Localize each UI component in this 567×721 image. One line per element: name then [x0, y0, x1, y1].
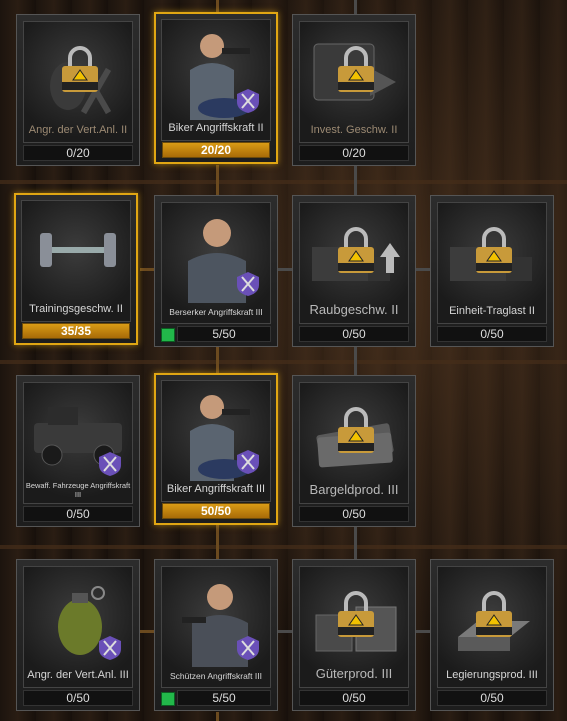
skill-label: Berserker Angriffskraft III — [169, 307, 263, 317]
skill-label: Einheit-Traglast II — [449, 305, 535, 317]
skill-node[interactable]: Einheit-Traglast II 0/50 — [430, 195, 554, 347]
skill-label: Biker Angriffskraft III — [166, 483, 266, 495]
background-shelf — [0, 360, 567, 364]
connector-line — [278, 630, 292, 633]
green-square-icon — [161, 692, 175, 706]
padlock-icon — [338, 46, 374, 92]
connector-line — [354, 345, 357, 375]
connector-line — [416, 268, 430, 271]
progress-bar: 0/50 — [299, 690, 409, 706]
skill-label: Invest. Geschw. II — [310, 124, 398, 136]
crossed-swords-icon — [99, 636, 121, 660]
skill-node[interactable]: Berserker Angriffskraft III 5/50 — [154, 195, 278, 347]
skill-card: Legierungsprod. III — [437, 566, 547, 688]
skill-label: Legierungsprod. III — [446, 669, 538, 681]
background-shelf — [0, 545, 567, 549]
progress-bar: 0/20 — [23, 145, 133, 161]
skill-card: Invest. Geschw. II — [299, 21, 409, 143]
connector-line — [140, 630, 154, 633]
skill-card: Einheit-Traglast II — [437, 202, 547, 324]
progress-bar: 0/50 — [437, 326, 547, 342]
crossed-swords-icon — [237, 89, 259, 113]
padlock-icon — [62, 46, 98, 92]
crossed-swords-icon — [99, 452, 121, 476]
skill-label: Biker Angriffskraft II — [168, 122, 264, 134]
progress-bar: 0/50 — [23, 690, 133, 706]
skill-card: Güterprod. III — [299, 566, 409, 688]
skill-label: Bargeldprod. III — [309, 482, 399, 497]
skill-node[interactable]: Schützen Angriffskraft III 5/50 — [154, 559, 278, 711]
skill-card: Angr. der Vert.Anl. III — [23, 566, 133, 688]
progress-bar: 0/20 — [299, 145, 409, 161]
connector-line — [278, 268, 292, 271]
skill-label: Trainingsgeschw. II — [29, 303, 123, 315]
background-shelf — [0, 180, 567, 184]
connector-line — [140, 268, 154, 271]
skill-card: Bargeldprod. III — [299, 382, 409, 504]
skill-card: Schützen Angriffskraft III — [161, 566, 271, 688]
connector-line — [216, 165, 219, 195]
connector-line — [416, 630, 430, 633]
connector-line — [216, 712, 219, 721]
progress-bar: 0/50 — [299, 326, 409, 342]
progress-bar: 5/50 — [177, 326, 271, 342]
progress-bar: 0/50 — [437, 690, 547, 706]
skill-label: Angr. der Vert.Anl. III — [27, 669, 129, 681]
skill-card: Biker Angriffskraft III — [161, 380, 271, 502]
skill-node[interactable]: Bewaff. Fahrzeuge Angriffskraft III 0/50 — [16, 375, 140, 527]
skill-node[interactable]: Legierungsprod. III 0/50 — [430, 559, 554, 711]
dumbbell-icon — [40, 233, 116, 267]
padlock-icon — [338, 591, 374, 637]
skill-node[interactable]: Biker Angriffskraft III 50/50 — [154, 373, 278, 525]
connector-line — [216, 525, 219, 559]
progress-bar: 0/50 — [299, 506, 409, 522]
padlock-icon — [338, 407, 374, 453]
crossed-swords-icon — [237, 272, 259, 296]
progress-bar: 5/50 — [177, 690, 271, 706]
skill-label: Bewaff. Fahrzeuge Angriffskraft III — [25, 481, 131, 499]
padlock-icon — [476, 227, 512, 273]
progress-bar: 0/50 — [23, 506, 133, 522]
skill-card: Raubgeschw. II — [299, 202, 409, 324]
connector-line — [354, 525, 357, 559]
progress-bar: 50/50 — [162, 503, 270, 519]
skill-card: Bewaff. Fahrzeuge Angriffskraft III — [23, 382, 133, 504]
skill-node[interactable]: Angr. der Vert.Anl. II 0/20 — [16, 14, 140, 166]
skill-node[interactable]: Trainingsgeschw. II 35/35 — [14, 193, 138, 345]
progress-bar: 20/20 — [162, 142, 270, 158]
connector-line — [216, 345, 219, 375]
skill-card: Berserker Angriffskraft III — [161, 202, 271, 324]
skill-card: Trainingsgeschw. II — [21, 200, 131, 322]
connector-line — [354, 165, 357, 195]
skill-card: Angr. der Vert.Anl. II — [23, 21, 133, 143]
skill-node[interactable]: Güterprod. III 0/50 — [292, 559, 416, 711]
crossed-swords-icon — [237, 450, 259, 474]
padlock-icon — [476, 591, 512, 637]
skill-label: Raubgeschw. II — [309, 302, 399, 317]
skill-node[interactable]: Raubgeschw. II 0/50 — [292, 195, 416, 347]
skill-label: Güterprod. III — [315, 666, 393, 681]
skill-node[interactable]: Invest. Geschw. II 0/20 — [292, 14, 416, 166]
skill-label: Angr. der Vert.Anl. II — [28, 124, 128, 136]
skill-node[interactable]: Angr. der Vert.Anl. III 0/50 — [16, 559, 140, 711]
skill-card: Biker Angriffskraft II — [161, 19, 271, 141]
connector-line — [354, 0, 357, 14]
green-square-icon — [161, 328, 175, 342]
skill-node[interactable]: Bargeldprod. III 0/50 — [292, 375, 416, 527]
skill-node[interactable]: Biker Angriffskraft II 20/20 — [154, 12, 278, 164]
skill-label: Schützen Angriffskraft III — [170, 671, 262, 681]
progress-bar: 35/35 — [22, 323, 130, 339]
crossed-swords-icon — [237, 636, 259, 660]
padlock-icon — [338, 227, 374, 273]
